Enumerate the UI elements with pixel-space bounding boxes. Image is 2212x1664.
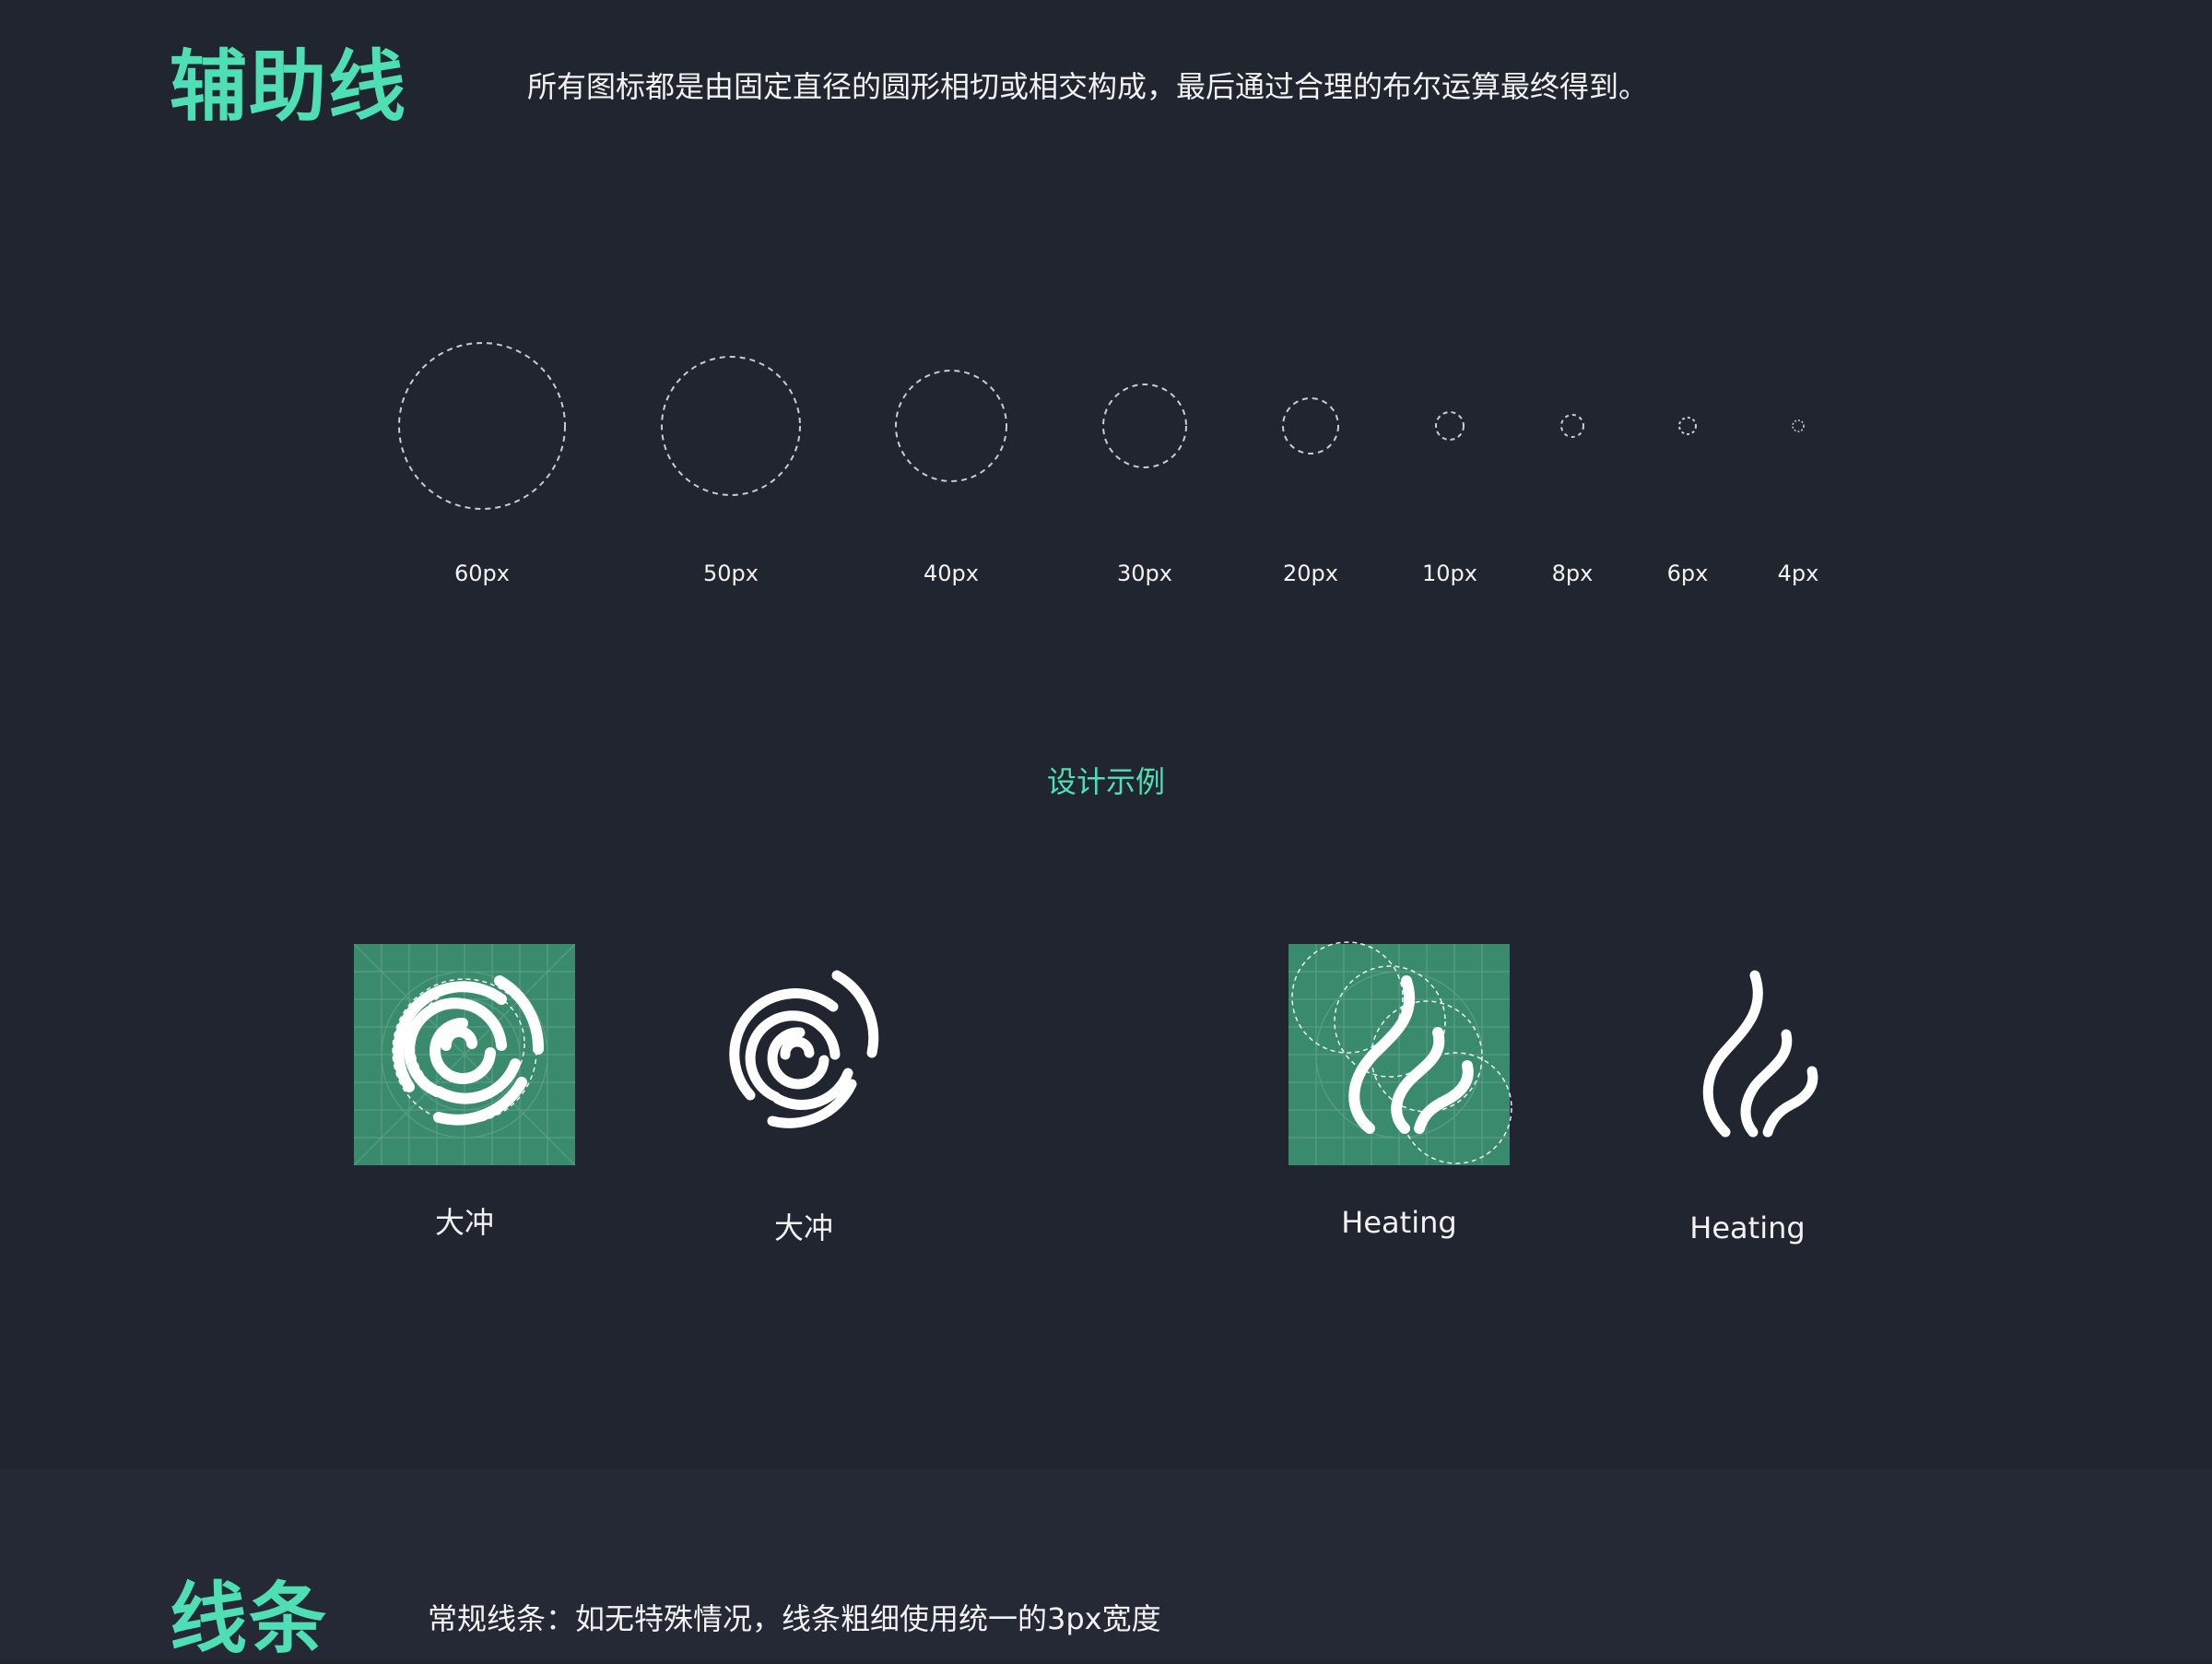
circle-size-label: 60px bbox=[454, 561, 510, 586]
dashed-circle-icon bbox=[1560, 414, 1584, 438]
dashed-circle-icon bbox=[398, 342, 566, 510]
dashed-circle-icon bbox=[895, 370, 1007, 482]
lines-section: 线条 常规线条：如无特殊情况，线条粗细使用统一的3px宽度 bbox=[0, 1469, 2212, 1659]
spiral-icon-guide-card bbox=[353, 943, 576, 1166]
circle-size-label: 30px bbox=[1117, 561, 1172, 586]
heating-icon bbox=[1702, 970, 1818, 1138]
circle-size-label: 4px bbox=[1777, 561, 1819, 586]
icon-label: 大冲 bbox=[773, 1210, 833, 1245]
circle-size-label: 10px bbox=[1422, 561, 1477, 586]
lines-section-description: 常规线条：如无特殊情况，线条粗细使用统一的3px宽度 bbox=[428, 1601, 1161, 1636]
icon-label: Heating bbox=[1689, 1210, 1806, 1245]
heating-icon-plain bbox=[1677, 962, 1825, 1147]
circle-size-label: 20px bbox=[1283, 561, 1338, 586]
heating-icon-guide-card bbox=[1288, 941, 1512, 1165]
dashed-circle-icon bbox=[1282, 397, 1339, 454]
dashed-circle-icon bbox=[661, 356, 801, 496]
icon-label: 大冲 bbox=[434, 1205, 494, 1240]
heating-icon bbox=[1288, 941, 1512, 1165]
lines-section-title: 线条 bbox=[170, 1574, 329, 1664]
circle-size-label: 8px bbox=[1551, 561, 1594, 586]
circle-size-label: 6px bbox=[1666, 561, 1709, 586]
dashed-circle-icon bbox=[1435, 411, 1465, 441]
dashed-circle-icon bbox=[1678, 417, 1697, 435]
dashed-circle-icon bbox=[1102, 384, 1187, 468]
circle-size-guides: 60px 50px 40px 30px 20px 10px 8px 6px 4p… bbox=[0, 0, 2212, 645]
icon-label: Heating bbox=[1341, 1205, 1457, 1240]
dashed-circle-icon bbox=[1792, 419, 1805, 432]
spiral-icon bbox=[353, 943, 576, 1166]
spiral-icon bbox=[729, 970, 879, 1128]
design-example-title: 设计示例 bbox=[1046, 764, 1165, 799]
spiral-icon-plain bbox=[713, 962, 898, 1147]
circle-size-label: 50px bbox=[703, 561, 759, 586]
circle-size-label: 40px bbox=[924, 561, 979, 586]
